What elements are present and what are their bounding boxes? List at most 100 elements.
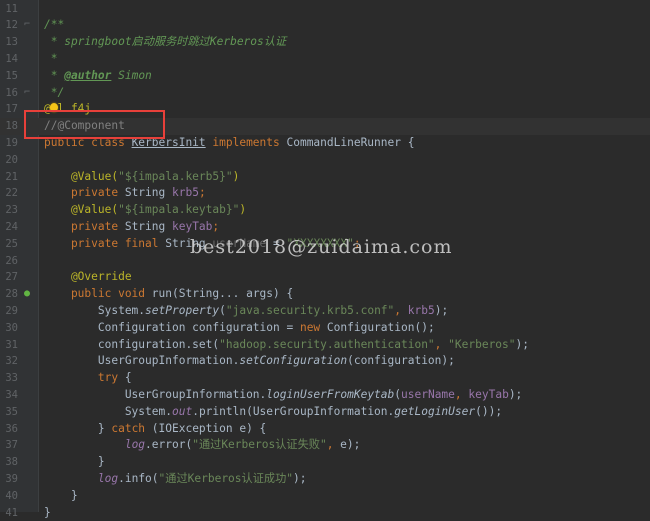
code-text: configuration.set("hadoop.security.authe… xyxy=(44,337,529,354)
annotation-highlight-box xyxy=(24,110,165,139)
code-line[interactable]: 12⌐ /** xyxy=(0,17,650,34)
code-token: .error( xyxy=(145,438,192,451)
code-token: */ xyxy=(44,86,64,99)
line-number: 25 xyxy=(0,236,18,253)
code-token: getLoginUser xyxy=(394,405,475,418)
code-token: String xyxy=(125,220,172,233)
code-token: .info( xyxy=(118,472,158,485)
code-token: ; xyxy=(199,186,206,199)
code-token: { xyxy=(125,371,132,384)
code-token: public void xyxy=(44,287,152,300)
code-token: (String... args) { xyxy=(172,287,293,300)
code-token: userName xyxy=(401,388,455,401)
code-token: private final xyxy=(44,237,165,250)
code-line[interactable]: 11 xyxy=(0,1,650,18)
code-token: , xyxy=(327,438,340,451)
code-text: System.out.println(UserGroupInformation.… xyxy=(44,404,502,421)
code-line[interactable]: 21 @Value("${impala.kerb5}") xyxy=(0,169,650,186)
code-token: krb5 xyxy=(172,186,199,199)
code-token: try xyxy=(44,371,125,384)
code-line[interactable]: 27 @Override xyxy=(0,269,650,286)
line-number: 29 xyxy=(0,303,18,320)
code-token: keyTab xyxy=(172,220,212,233)
code-line[interactable]: 35 System.out.println(UserGroupInformati… xyxy=(0,404,650,421)
code-token: ); xyxy=(435,304,448,317)
code-token: "通过Kerberos认证失败" xyxy=(192,438,326,451)
line-number: 23 xyxy=(0,202,18,219)
code-line[interactable]: 22 private String krb5; xyxy=(0,185,650,202)
code-token: "Kerberos" xyxy=(448,338,515,351)
code-token: ) xyxy=(239,203,246,216)
code-token: ()); xyxy=(475,405,502,418)
code-text: /** xyxy=(44,17,64,34)
code-line[interactable]: 23 @Value("${impala.keytab}") xyxy=(0,202,650,219)
line-number: 30 xyxy=(0,320,18,337)
code-line[interactable]: 29 System.setProperty("java.security.krb… xyxy=(0,303,650,320)
code-token: (configuration); xyxy=(347,354,455,367)
code-token: , xyxy=(455,388,468,401)
code-line[interactable]: 32 UserGroupInformation.setConfiguration… xyxy=(0,353,650,370)
code-line[interactable]: 15 * @author Simon xyxy=(0,68,650,85)
code-text: log.error("通过Kerberos认证失败", e); xyxy=(44,437,360,454)
code-line[interactable]: 38 } xyxy=(0,454,650,471)
code-line[interactable]: 24 private String keyTab; xyxy=(0,219,650,236)
line-number: 14 xyxy=(0,51,18,68)
code-token: } xyxy=(44,455,105,468)
code-token: } xyxy=(44,506,51,519)
fold-icon[interactable]: ⌐ xyxy=(20,17,34,34)
line-number: 12 xyxy=(0,17,18,34)
code-token: ( xyxy=(219,304,226,317)
code-line[interactable]: 36 } catch (IOException e) { xyxy=(0,421,650,438)
code-line[interactable]: 13 * springboot启动服务时跳过Kerberos认证 xyxy=(0,34,650,51)
code-token: * xyxy=(44,69,64,82)
code-token: } xyxy=(44,422,111,435)
line-number: 16 xyxy=(0,85,18,102)
code-line[interactable]: 41} xyxy=(0,505,650,521)
line-number: 11 xyxy=(0,1,18,18)
code-line[interactable]: 37 log.error("通过Kerberos认证失败", e); xyxy=(0,437,650,454)
line-number: 22 xyxy=(0,185,18,202)
line-number: 20 xyxy=(0,152,18,169)
code-text: System.setProperty("java.security.krb5.c… xyxy=(44,303,448,320)
code-token: UserGroupInformation. xyxy=(44,354,239,367)
line-number: 32 xyxy=(0,353,18,370)
override-gutter-icon[interactable]: ● xyxy=(20,286,34,303)
code-line[interactable]: 39 log.info("通过Kerberos认证成功"); xyxy=(0,471,650,488)
code-line[interactable]: 40 } xyxy=(0,488,650,505)
code-token: .println(UserGroupInformation. xyxy=(192,405,394,418)
code-token: krb5 xyxy=(408,304,435,317)
code-text: Configuration configuration = new Config… xyxy=(44,320,435,337)
code-token: ; xyxy=(212,220,219,233)
code-text: UserGroupInformation.setConfiguration(co… xyxy=(44,353,455,370)
code-token: e); xyxy=(340,438,360,451)
code-line[interactable]: 30 Configuration configuration = new Con… xyxy=(0,320,650,337)
code-line[interactable]: 31 configuration.set("hadoop.security.au… xyxy=(0,337,650,354)
code-text: * @author Simon xyxy=(44,68,152,85)
line-number: 19 xyxy=(0,135,18,152)
line-number: 31 xyxy=(0,337,18,354)
code-token: "${impala.kerb5}" xyxy=(118,170,233,183)
code-token: System. xyxy=(44,405,172,418)
code-line[interactable]: 33 try { xyxy=(0,370,650,387)
code-token: @Value( xyxy=(44,203,118,216)
line-number: 36 xyxy=(0,421,18,438)
code-token: Configuration(); xyxy=(327,321,435,334)
line-number: 15 xyxy=(0,68,18,85)
code-line[interactable]: 16⌐ */ xyxy=(0,85,650,102)
line-number: 41 xyxy=(0,505,18,521)
code-text: @Value("${impala.kerb5}") xyxy=(44,169,239,186)
code-token: UserGroupInformation. xyxy=(44,388,266,401)
code-token: @Override xyxy=(44,270,132,283)
code-text: } xyxy=(44,488,78,505)
code-text: log.info("通过Kerberos认证成功"); xyxy=(44,471,307,488)
code-line[interactable]: 34 UserGroupInformation.loginUserFromKey… xyxy=(0,387,650,404)
code-line[interactable]: 14 * xyxy=(0,51,650,68)
fold-icon[interactable]: ⌐ xyxy=(20,85,34,102)
code-token: "${impala.keytab}" xyxy=(118,203,239,216)
line-number: 38 xyxy=(0,454,18,471)
code-token: Configuration configuration = xyxy=(44,321,300,334)
code-line[interactable]: 20 xyxy=(0,152,650,169)
code-line[interactable]: 28● public void run(String... args) { xyxy=(0,286,650,303)
line-number: 26 xyxy=(0,253,18,270)
line-number: 34 xyxy=(0,387,18,404)
